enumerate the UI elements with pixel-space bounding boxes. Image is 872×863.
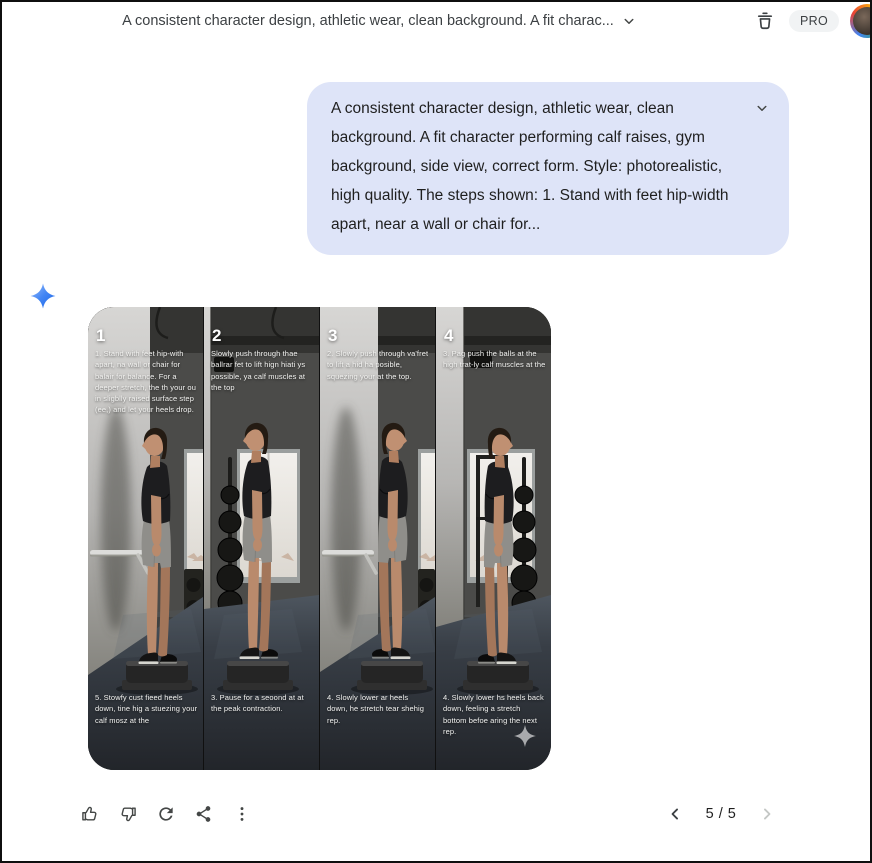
image-panels: 1 1. Stand with feet hip-with apart, na w…: [88, 307, 551, 770]
more-options-button[interactable]: [226, 798, 258, 830]
image-pagination: 5 / 5: [662, 798, 780, 830]
more-vert-icon: [232, 804, 252, 824]
panel-top-caption: 3. Pag push the balls at the high trat-l…: [443, 349, 546, 370]
thumb-down-icon: [118, 804, 138, 824]
response-toolbar: [74, 798, 258, 830]
delete-icon: [754, 10, 776, 32]
pagination-label: 5 / 5: [705, 806, 737, 822]
gemini-conversation-page: A consistent character design, athletic …: [0, 0, 872, 863]
thumb-up-icon: [80, 804, 100, 824]
conversation-title: A consistent character design, athletic …: [122, 13, 614, 29]
panel-bottom-caption: 3. Pause for a seoond at at the peak con…: [211, 693, 304, 714]
next-image-button[interactable]: [754, 801, 780, 827]
user-message-text: A consistent character design, athletic …: [331, 100, 729, 233]
panel-bottom-caption: 4. Slowly lower ar heels down, he stretc…: [327, 693, 425, 725]
panel-top-caption: 1. Stand with feet hip-with apart, na wa…: [95, 349, 196, 415]
pro-badge: PRO: [789, 10, 839, 32]
panel-number: 1: [96, 326, 106, 345]
share-button[interactable]: [188, 798, 220, 830]
delete-conversation-button[interactable]: [752, 8, 778, 34]
user-message-bubble: A consistent character design, athletic …: [307, 82, 789, 255]
panel-number: 2: [212, 326, 222, 345]
conversation-header: A consistent character design, athletic …: [2, 2, 870, 40]
image-panel-4: 4 3. Pag push the balls at the high trat-…: [436, 307, 551, 770]
previous-image-button[interactable]: [662, 801, 688, 827]
thumb-down-button[interactable]: [112, 798, 144, 830]
panel-top-caption: 2. Slowly push through va'fret to lift a…: [327, 349, 429, 381]
title-chevron-down-icon[interactable]: [618, 10, 640, 32]
refresh-icon: [156, 804, 176, 824]
regenerate-button[interactable]: [150, 798, 182, 830]
gemini-sparkle-icon: [30, 283, 56, 309]
account-avatar[interactable]: [850, 4, 870, 38]
panel-number: 4: [444, 326, 454, 345]
collapse-message-button[interactable]: [751, 97, 773, 119]
image-panel-3: 3 2. Slowly push through va'fret to lift …: [320, 307, 435, 770]
thumb-up-button[interactable]: [74, 798, 106, 830]
share-icon: [194, 804, 214, 824]
panel-top-caption: Slowly push through thae ballrar fet to …: [211, 349, 306, 392]
gemini-watermark-icon: [513, 724, 537, 748]
panel-bottom-caption: 5. Stowfy cust fieed heels down, tine hi…: [95, 693, 198, 725]
image-panel-1: 1 1. Stand with feet hip-with apart, na w…: [88, 307, 203, 770]
panel-number: 3: [328, 326, 338, 345]
image-panel-2: 2 Slowly push through thae ballrar fet to…: [204, 307, 319, 770]
generated-image[interactable]: 1 1. Stand with feet hip-with apart, na w…: [88, 307, 551, 770]
